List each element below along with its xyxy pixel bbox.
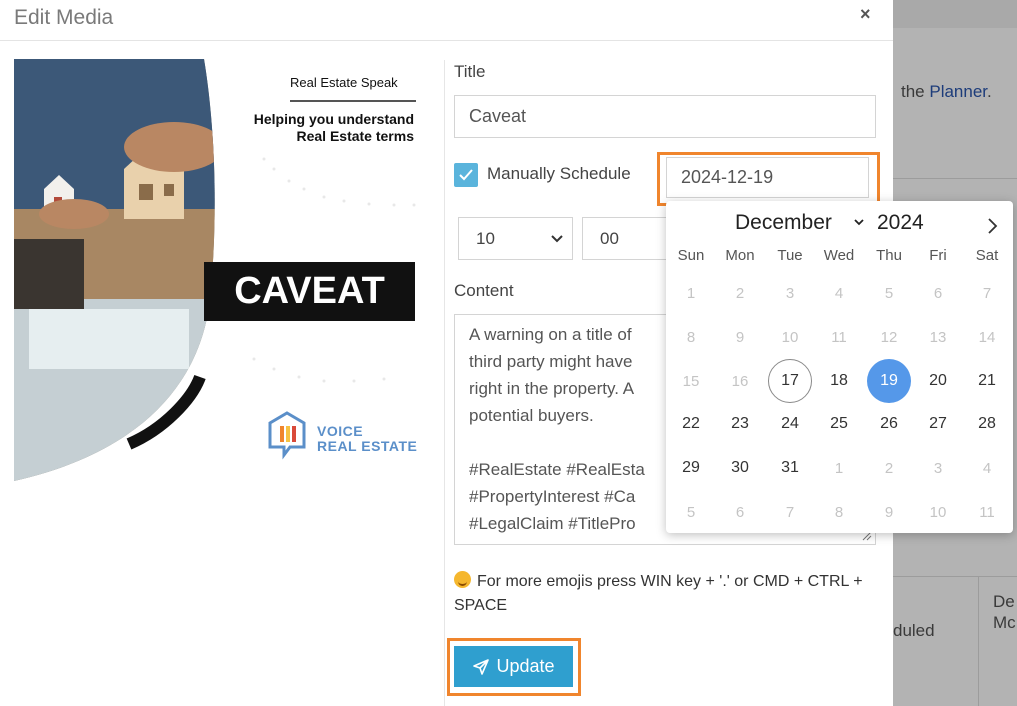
- calendar-day: 10: [929, 503, 947, 521]
- background-divider: [893, 178, 1017, 179]
- calendar-day[interactable]: 25: [817, 402, 861, 446]
- calendar-day: 3: [933, 459, 943, 477]
- calendar-day: 16: [731, 372, 749, 390]
- image-series-title: Real Estate Speak: [290, 75, 398, 90]
- background-cell: De: [993, 592, 1015, 611]
- chevron-down-icon[interactable]: [853, 218, 865, 228]
- calendar-day: 7: [982, 284, 992, 302]
- calendar-day[interactable]: 19: [867, 359, 911, 403]
- image-divider: [290, 100, 416, 102]
- modal-header: Edit Media ×: [0, 0, 893, 41]
- calendar-day[interactable]: 17: [768, 359, 812, 403]
- background-divider: [893, 576, 1017, 577]
- calendar-day: 11: [831, 328, 847, 346]
- voice-real-estate-logo-icon: [268, 411, 306, 460]
- weekday-label: Thu: [876, 247, 902, 264]
- calendar-day[interactable]: 27: [916, 402, 960, 446]
- hour-select[interactable]: 10: [458, 217, 573, 260]
- chevron-down-icon: [551, 235, 563, 243]
- title-label: Title: [454, 62, 486, 81]
- calendar-day[interactable]: 26: [867, 402, 911, 446]
- chevron-right-icon[interactable]: [985, 216, 999, 236]
- weekday-label: Wed: [823, 247, 855, 264]
- planner-link[interactable]: Planner: [929, 82, 987, 101]
- calendar-day[interactable]: 28: [965, 402, 1009, 446]
- image-tagline: Helping you understand Real Estate terms: [253, 111, 414, 144]
- minute-value: 00: [600, 228, 619, 248]
- calendar-day: 8: [686, 328, 696, 346]
- manual-schedule-checkbox[interactable]: [454, 163, 478, 187]
- calendar-day[interactable]: 20: [916, 359, 960, 403]
- calendar-day[interactable]: 22: [669, 402, 713, 446]
- media-preview-image: Real Estate Speak Helping you understand…: [14, 59, 436, 481]
- background-column-divider: [978, 576, 979, 706]
- paper-plane-icon: [473, 658, 490, 675]
- calendar-day: 9: [735, 328, 745, 346]
- weekday-label: Tue: [777, 247, 803, 264]
- close-button[interactable]: ×: [860, 4, 871, 25]
- calendar-day: 14: [978, 328, 996, 346]
- modal-title: Edit Media: [14, 6, 114, 29]
- calendar-day: 2: [735, 284, 745, 302]
- date-picker-calendar: December 2024 Sun Mon Tue Wed Thu Fri Sat 1 2 3 4 5…: [666, 201, 1013, 533]
- calendar-day[interactable]: 31: [768, 446, 812, 490]
- calendar-day[interactable]: 23: [718, 402, 762, 446]
- image-headline: CAVEAT: [204, 262, 415, 321]
- schedule-date-input[interactable]: 2024-12-19: [666, 157, 869, 198]
- calendar-day: 7: [785, 503, 795, 521]
- background-planner-text: the Planner.: [901, 82, 992, 101]
- calendar-year[interactable]: 2024: [877, 211, 924, 235]
- calendar-day[interactable]: 21: [965, 359, 1009, 403]
- calendar-day: 4: [982, 459, 992, 477]
- calendar-day: 6: [933, 284, 943, 302]
- calendar-day: 1: [834, 459, 844, 477]
- calendar-day: 12: [880, 328, 898, 346]
- manual-schedule-label: Manually Schedule: [487, 164, 631, 183]
- calendar-day: 3: [785, 284, 795, 302]
- calendar-day: 2: [884, 459, 894, 477]
- hour-value: 10: [476, 228, 495, 248]
- calendar-day: 5: [884, 284, 894, 302]
- calendar-day: 15: [682, 372, 700, 390]
- calendar-day: 6: [735, 503, 745, 521]
- content-label: Content: [454, 281, 514, 300]
- weekday-label: Fri: [929, 247, 947, 264]
- calendar-day[interactable]: 29: [669, 446, 713, 490]
- calendar-day[interactable]: 30: [718, 446, 762, 490]
- calendar-day: 8: [834, 503, 844, 521]
- background-status: duled: [893, 621, 935, 640]
- calendar-day[interactable]: 24: [768, 402, 812, 446]
- image-brand-line-2: REAL ESTATE: [317, 438, 418, 454]
- calendar-day: 13: [929, 328, 947, 346]
- calendar-day: 10: [781, 328, 799, 346]
- weekday-label: Mon: [725, 247, 755, 264]
- update-button[interactable]: Update: [454, 646, 573, 687]
- calendar-day: 1: [686, 284, 696, 302]
- check-icon: [459, 169, 473, 181]
- weekday-label: Sun: [677, 247, 705, 264]
- emoji-hint: For more emojis press WIN key + '.' or C…: [454, 571, 863, 614]
- image-brand-line-1: VOICE: [317, 423, 364, 439]
- weekday-label: Sat: [975, 247, 999, 264]
- calendar-day: 5: [686, 503, 696, 521]
- calendar-day[interactable]: 18: [817, 359, 861, 403]
- column-divider: [444, 60, 445, 706]
- calendar-day: 4: [834, 284, 844, 302]
- title-input[interactable]: Caveat: [454, 95, 876, 138]
- smile-emoji-icon: [454, 571, 471, 588]
- background-cell: Mc: [993, 613, 1016, 632]
- calendar-day: 9: [884, 503, 894, 521]
- calendar-month-select[interactable]: December: [735, 211, 832, 235]
- calendar-day: 11: [979, 503, 995, 521]
